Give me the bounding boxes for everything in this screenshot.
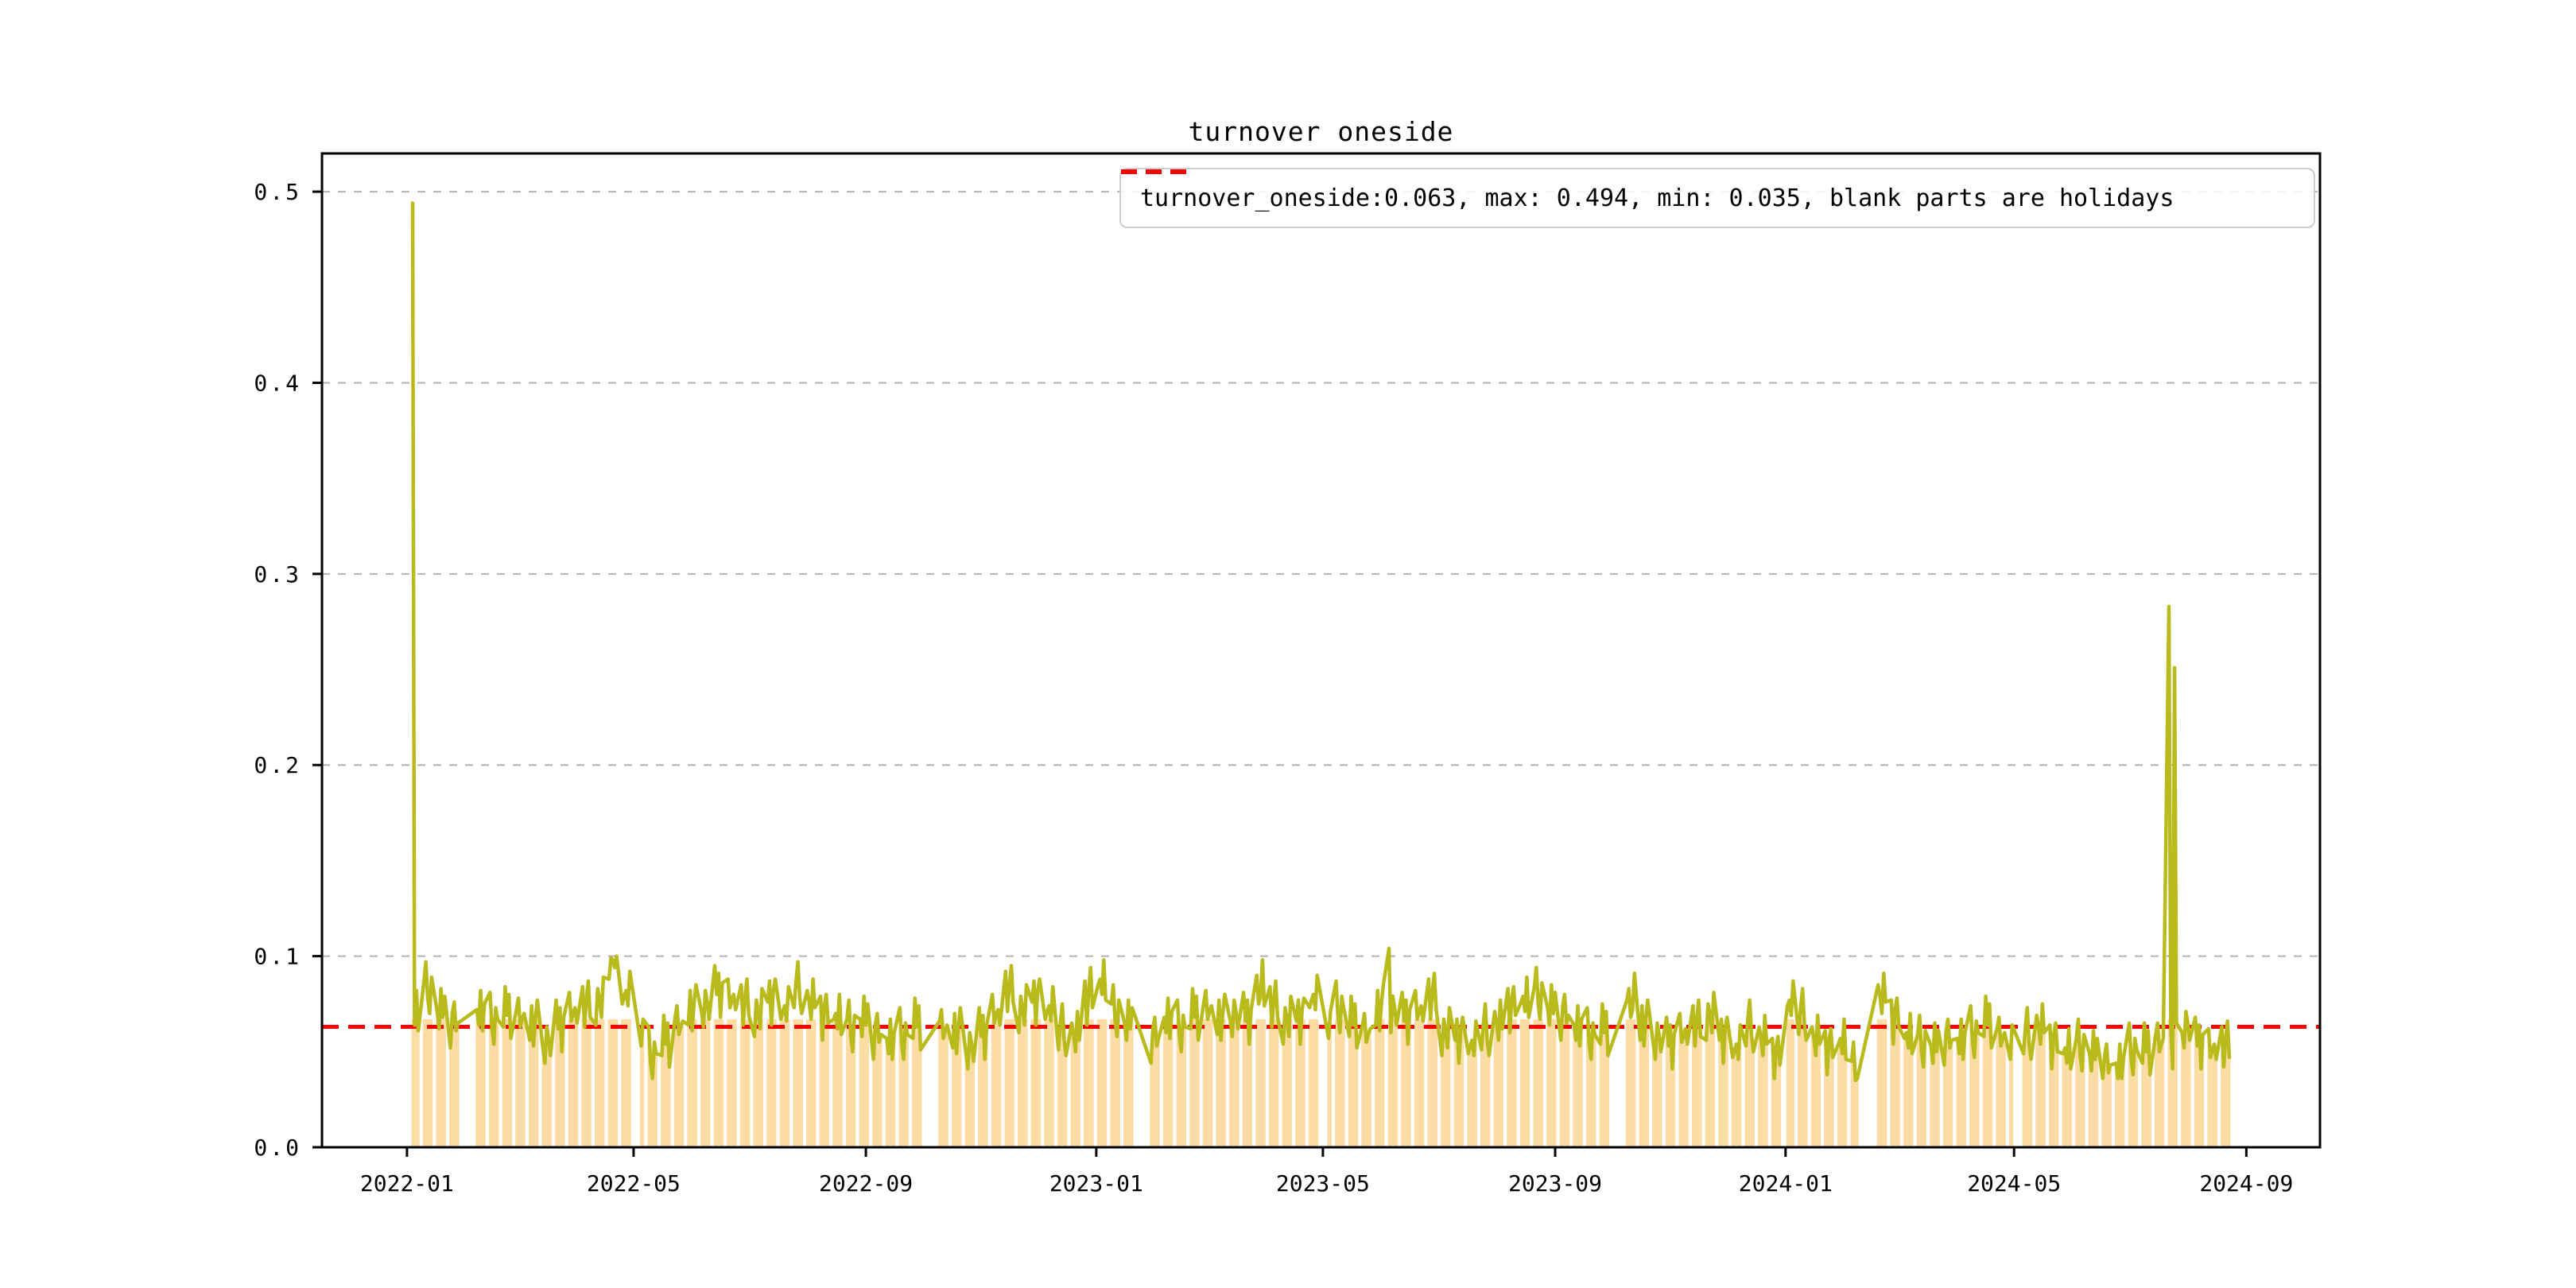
- y-tick-label: 0.4: [254, 370, 301, 396]
- y-tick-label: 0.3: [254, 561, 301, 588]
- x-tick-label: 2022-09: [819, 1170, 913, 1197]
- x-axis: 2022-01 2022-05 2022-09 2023-01 2023-05 2023-…: [360, 1147, 2293, 1197]
- y-tick-label: 0.1: [254, 944, 301, 970]
- y-tick-label: 0.0: [254, 1135, 301, 1161]
- legend: turnover_oneside:0.063, max: 0.494, min:…: [1119, 168, 2315, 228]
- chart-figure: turnover oneside 2022-01 2022-05 2022-09 20…: [0, 0, 2576, 1288]
- legend-dash-icon: [1121, 169, 1186, 174]
- y-tick-label: 0.2: [254, 752, 301, 778]
- x-tick-label: 2024-09: [2199, 1170, 2293, 1197]
- turnover-line: [410, 201, 2232, 1083]
- x-tick-label: 2023-05: [1276, 1170, 1370, 1197]
- x-tick-label: 2023-09: [1508, 1170, 1602, 1197]
- y-tick-label: 0.5: [254, 179, 301, 205]
- x-tick-label: 2022-05: [587, 1170, 681, 1197]
- y-axis: 0.0 0.1 0.2 0.3 0.4 0.5: [254, 179, 322, 1161]
- x-tick-label: 2023-01: [1049, 1170, 1143, 1197]
- x-tick-label: 2022-01: [360, 1170, 454, 1197]
- x-tick-label: 2024-01: [1739, 1170, 1833, 1197]
- x-tick-label: 2024-05: [1967, 1170, 2061, 1197]
- legend-label: turnover_oneside:0.063, max: 0.494, min:…: [1140, 184, 2174, 212]
- gridlines: [322, 191, 2320, 957]
